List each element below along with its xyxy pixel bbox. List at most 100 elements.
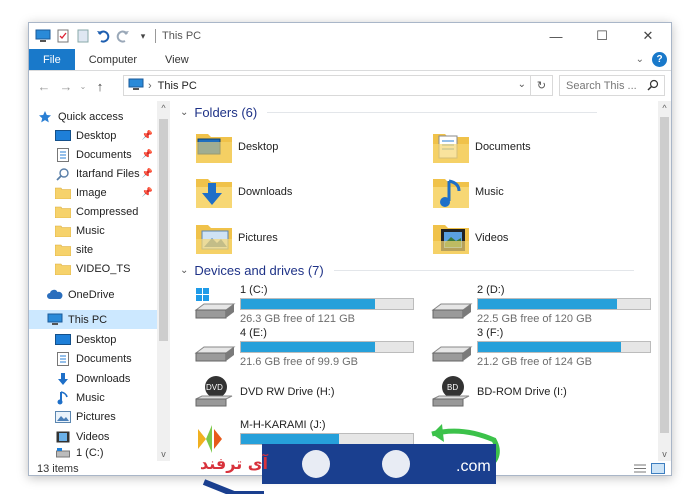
new-folder-icon[interactable] — [75, 28, 91, 44]
sidebar-item-onedrive[interactable]: OneDrive — [47, 285, 155, 304]
properties-icon[interactable] — [55, 28, 71, 44]
search-input[interactable]: Search This ... — [559, 75, 665, 96]
details-view-icon[interactable] — [633, 463, 647, 475]
navigation-bar: ← → ⌄ ↑ › This PC ⌄ ↻ Search This ... — [29, 71, 671, 101]
drive-f[interactable]: 3 (F:) 21.2 GB free of 124 GB — [431, 327, 661, 368]
drive-usage-bar — [240, 298, 414, 310]
sidebar-item-desktop-pc[interactable]: Desktop — [55, 330, 155, 349]
scroll-up-icon[interactable]: ^ — [658, 103, 671, 113]
recent-locations-icon[interactable]: ⌄ — [77, 82, 89, 91]
sidebar-item-label: Quick access — [58, 110, 124, 123]
sidebar-item-music[interactable]: Music — [55, 388, 155, 407]
folder-icon — [55, 243, 71, 257]
scroll-thumb[interactable] — [660, 117, 669, 433]
drive-i-bd[interactable]: BD BD-ROM Drive (I:) — [431, 376, 661, 417]
maximize-button[interactable]: ☐ — [579, 23, 625, 49]
sidebar-item-documents-pc[interactable]: Documents — [55, 349, 155, 368]
breadcrumb[interactable]: This PC — [158, 80, 197, 92]
scroll-up-icon[interactable]: ^ — [157, 103, 170, 113]
tab-computer[interactable]: Computer — [75, 49, 151, 70]
drive-d[interactable]: 2 (D:) 22.5 GB free of 120 GB — [431, 284, 661, 325]
sidebar-item-label: OneDrive — [68, 288, 115, 301]
sidebar-item-documents[interactable]: Documents 📌 — [55, 145, 155, 164]
customize-toolbar-icon[interactable]: ▾ — [135, 28, 151, 44]
drive-free-space: 21.6 GB free of 99.9 GB — [240, 356, 359, 368]
nav-scrollbar[interactable]: ^ v — [157, 101, 170, 461]
pc-icon — [47, 313, 63, 327]
watermark-logo: آی ترفند .com — [196, 418, 506, 497]
sidebar-item-videos[interactable]: Videos — [55, 427, 155, 446]
scroll-down-icon[interactable]: v — [157, 449, 170, 459]
collapse-chevron-icon[interactable]: ⌄ — [180, 265, 188, 276]
sidebar-item-drive-c[interactable]: 1 (C:) — [55, 445, 155, 461]
content-scrollbar[interactable]: ^ v — [658, 101, 671, 461]
group-header-label: Devices and drives (7) — [194, 263, 324, 278]
folder-icon — [55, 224, 71, 238]
folder-icon — [55, 262, 71, 276]
ribbon-tabs: File Computer View ⌄ ? — [29, 49, 671, 71]
expand-ribbon-icon[interactable]: ⌄ — [636, 54, 644, 65]
sidebar-item-itarfand-files[interactable]: Itarfand Files 📌 — [55, 164, 155, 183]
scroll-thumb[interactable] — [159, 119, 168, 341]
folders-group-header[interactable]: ⌄ Folders (6) — [180, 105, 598, 120]
tab-file[interactable]: File — [29, 49, 75, 70]
pin-icon[interactable]: 📌 — [142, 130, 153, 141]
sidebar-item-desktop[interactable]: Desktop 📌 — [55, 126, 155, 145]
watermark-text: آی ترفند — [200, 454, 268, 473]
up-icon[interactable]: ↑ — [89, 79, 111, 94]
drives-group-header[interactable]: ⌄ Devices and drives (7) — [180, 263, 634, 278]
forward-icon[interactable]: → — [55, 79, 77, 94]
folder-music[interactable]: Music — [431, 171, 504, 213]
close-button[interactable]: ✕ — [625, 23, 671, 49]
folder-desktop[interactable]: Desktop — [194, 126, 278, 168]
folder-label: Music — [475, 186, 504, 198]
large-icons-view-icon[interactable] — [651, 463, 665, 475]
drive-usage-fill — [478, 342, 621, 352]
breadcrumb-chevron-icon[interactable]: › — [148, 80, 152, 92]
sidebar-item-downloads[interactable]: Downloads — [55, 369, 155, 388]
item-count: 13 items — [37, 463, 79, 475]
sidebar-item-site[interactable]: site — [55, 240, 155, 259]
address-dropdown-icon[interactable]: ⌄ — [518, 79, 526, 90]
window-controls: — ☐ ✕ — [533, 23, 671, 49]
pin-icon[interactable]: 📌 — [142, 187, 153, 198]
pin-icon[interactable]: 📌 — [142, 168, 153, 179]
drive-e[interactable]: 4 (E:) 21.6 GB free of 99.9 GB — [194, 327, 424, 368]
pin-icon[interactable]: 📌 — [142, 149, 153, 160]
quick-access-toolbar: ▾ — [29, 28, 151, 44]
sidebar-item-compressed[interactable]: Compressed — [55, 202, 155, 221]
minimize-button[interactable]: — — [533, 23, 579, 49]
collapse-chevron-icon[interactable]: ⌄ — [180, 107, 188, 118]
sidebar-item-label: Compressed — [76, 205, 139, 218]
documents-folder-icon — [431, 130, 471, 164]
drive-h-dvd[interactable]: DVD DVD RW Drive (H:) — [194, 376, 424, 417]
folder-label: Documents — [475, 141, 531, 153]
desktop-folder-icon — [194, 130, 234, 164]
sidebar-item-quick-access[interactable]: Quick access — [37, 107, 155, 126]
sidebar-item-this-pc[interactable]: This PC — [29, 310, 157, 329]
redo-icon[interactable] — [115, 28, 131, 44]
drive-c[interactable]: 1 (C:) 26.3 GB free of 121 GB — [194, 284, 424, 325]
back-icon[interactable]: ← — [33, 79, 55, 94]
scroll-down-icon[interactable]: v — [658, 449, 671, 459]
sidebar-item-label: This PC — [68, 313, 108, 326]
sidebar-item-pictures[interactable]: Pictures — [55, 407, 155, 426]
drive-usage-fill — [241, 299, 376, 309]
sidebar-item-image[interactable]: Image 📌 — [55, 183, 155, 202]
tab-view[interactable]: View — [151, 49, 203, 70]
folder-icon — [55, 186, 71, 200]
folder-videos[interactable]: Videos — [431, 217, 508, 259]
undo-icon[interactable] — [95, 28, 111, 44]
help-icon[interactable]: ? — [652, 52, 667, 67]
address-bar[interactable]: › This PC ⌄ ↻ — [123, 75, 553, 96]
documents-icon — [55, 351, 71, 366]
refresh-icon[interactable]: ↻ — [530, 76, 552, 95]
pictures-icon — [55, 410, 71, 424]
sidebar-item-music-folder[interactable]: Music — [55, 221, 155, 240]
folder-downloads[interactable]: Downloads — [194, 171, 292, 213]
folder-label: Videos — [475, 232, 509, 244]
folder-documents[interactable]: Documents — [431, 126, 531, 168]
folder-pictures[interactable]: Pictures — [194, 217, 278, 259]
drive-usage-fill — [241, 342, 376, 352]
sidebar-item-video-ts[interactable]: VIDEO_TS — [55, 259, 155, 278]
